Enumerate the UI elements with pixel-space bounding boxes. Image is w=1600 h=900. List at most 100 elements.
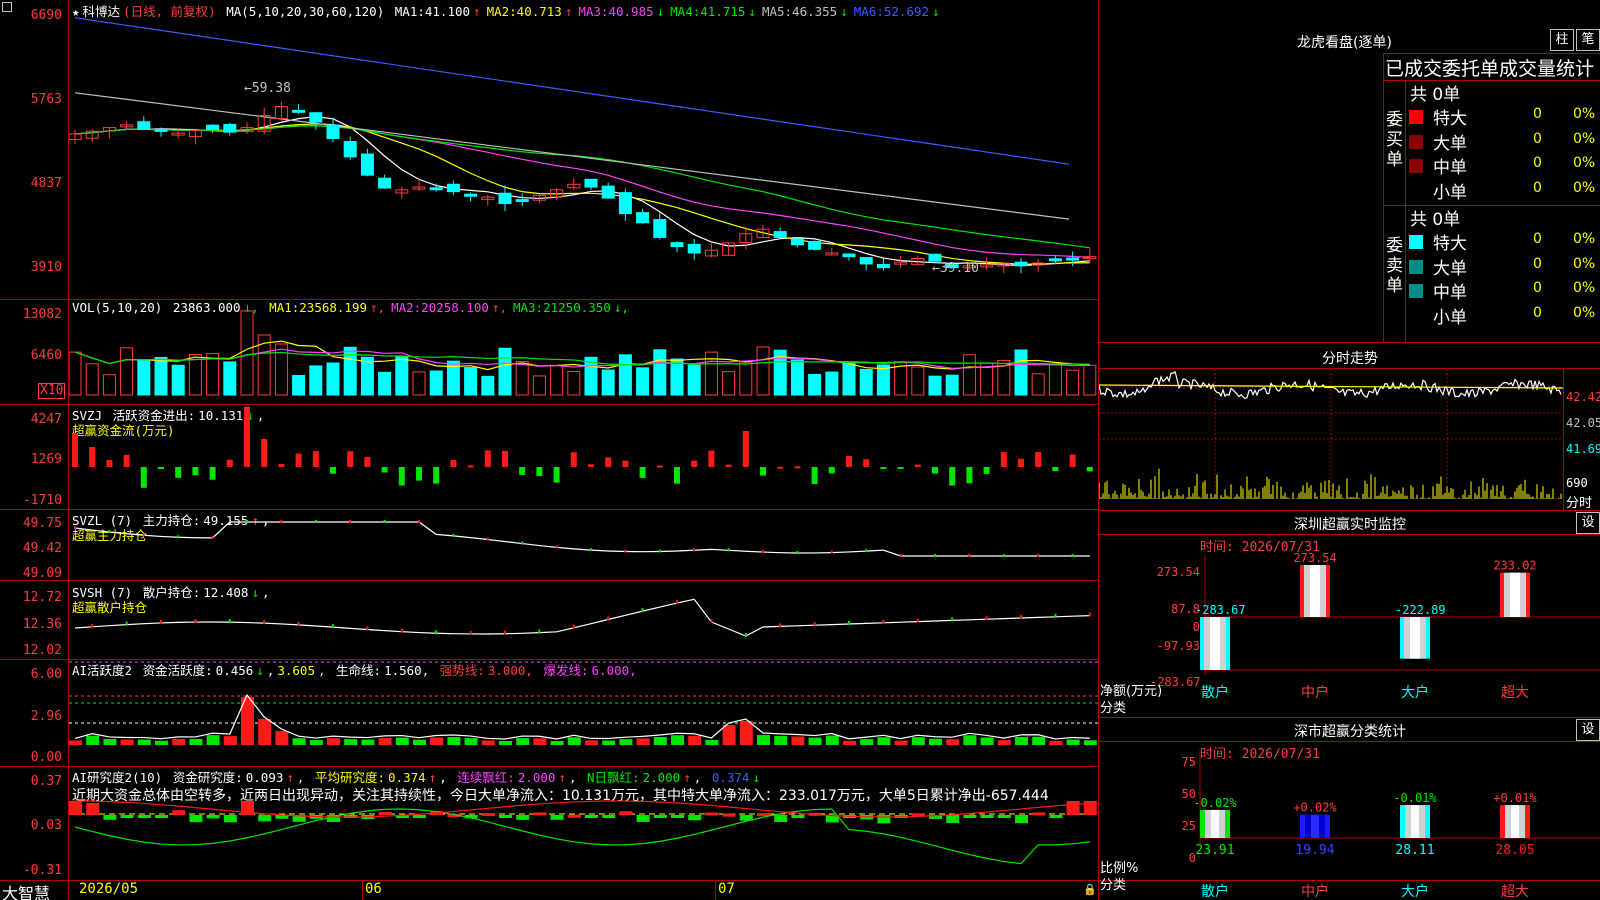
xaxis-label-2: 07 xyxy=(718,881,735,897)
color-swatch xyxy=(1409,308,1423,323)
volume-bar xyxy=(429,370,443,396)
svzl-label-1: 49.42 xyxy=(22,541,62,556)
order-count: 0 xyxy=(1533,231,1542,247)
order-count: 0 xyxy=(1533,304,1542,321)
volume-bar xyxy=(1031,373,1045,396)
svsh-tick xyxy=(882,619,885,624)
activity-bar xyxy=(103,738,117,745)
monitor-bar xyxy=(1300,565,1330,617)
volume-bar xyxy=(945,374,959,396)
candle-body xyxy=(378,177,392,189)
svzj-label-1: 1269 xyxy=(30,452,62,467)
flow-bar xyxy=(897,467,904,469)
flow-bar xyxy=(983,467,990,474)
research-bar xyxy=(1015,815,1028,824)
candle-body xyxy=(137,121,151,130)
color-swatch xyxy=(1409,259,1423,274)
flow-bar xyxy=(398,467,405,486)
intraday-price-1: 42.05 xyxy=(1566,416,1600,430)
research-bar xyxy=(1066,801,1080,815)
svsh-tick xyxy=(160,619,162,624)
candle-body xyxy=(498,192,512,205)
volume-bar xyxy=(876,364,890,396)
volume-bar xyxy=(618,354,632,396)
candle-body xyxy=(808,241,822,250)
svsh-tick xyxy=(194,619,197,624)
volume-bar xyxy=(378,371,392,396)
candle-body xyxy=(309,112,323,123)
candle-body xyxy=(584,178,598,188)
candle-body xyxy=(206,124,220,130)
research-bar xyxy=(258,815,272,822)
bar-mode-button[interactable]: 柱 xyxy=(1550,29,1574,51)
monitor-settings-button[interactable]: 设 xyxy=(1576,512,1600,534)
research-bar xyxy=(172,810,186,815)
xaxis-tick-2 xyxy=(715,880,716,900)
order-pct: 0% xyxy=(1573,106,1596,122)
volume-bar xyxy=(567,370,581,396)
volume-bar xyxy=(326,362,340,396)
volume-bar xyxy=(171,364,185,396)
activity-bar xyxy=(120,739,134,745)
flow-bar xyxy=(140,467,147,488)
candle-body xyxy=(1048,258,1062,262)
monitor-value-label: -222.89 xyxy=(1395,603,1446,617)
activity-bar xyxy=(481,740,495,745)
flow-bar xyxy=(347,451,354,467)
svsh-tick xyxy=(779,623,782,628)
volume-bar xyxy=(653,349,667,396)
volume-bar xyxy=(1014,349,1028,396)
candlestick-chart[interactable] xyxy=(69,0,1098,298)
svsh-label-2: 12.02 xyxy=(22,643,62,658)
flow-bar xyxy=(742,431,749,467)
monitor-bar-shine xyxy=(1310,565,1320,617)
svzl-tick xyxy=(1002,554,1005,557)
flow-bar xyxy=(416,467,422,481)
activity-bar xyxy=(258,719,272,745)
research-bar xyxy=(653,815,667,818)
research-bar xyxy=(206,815,220,819)
classify-bar xyxy=(1300,814,1330,838)
monitor-category-label: 中户 xyxy=(1301,684,1329,701)
classify-settings-button[interactable]: 设 xyxy=(1576,719,1600,741)
research-red-line xyxy=(74,800,1090,818)
svzl-tick xyxy=(452,533,455,537)
activity-bar xyxy=(808,737,822,745)
lock-icon[interactable]: 🔒 xyxy=(1083,883,1097,896)
svsh-tick xyxy=(1020,615,1022,619)
activity-bar xyxy=(292,738,306,745)
research-bar xyxy=(69,801,82,815)
activity-bar xyxy=(86,735,100,745)
activity-bar xyxy=(413,739,426,745)
price-label-1: 5763 xyxy=(30,92,62,107)
order-count: 0 xyxy=(1533,106,1542,122)
volume-bar xyxy=(223,361,237,396)
svzl-tick xyxy=(899,554,902,557)
research-bar xyxy=(533,812,547,816)
activity-bar xyxy=(275,731,289,745)
tick-mode-button[interactable]: 笔 xyxy=(1576,29,1600,51)
activity-bar xyxy=(447,737,461,745)
activity-bar xyxy=(860,739,874,745)
research-bar xyxy=(877,815,891,824)
activity-bar xyxy=(602,740,616,745)
order-count: 0 xyxy=(1533,280,1542,296)
volume-bar xyxy=(309,365,323,396)
svzl-tick xyxy=(349,520,352,523)
research-bar xyxy=(499,815,512,818)
candle-body xyxy=(601,185,615,199)
vol-unit: X10 xyxy=(38,383,66,399)
order-pct: 0% xyxy=(1573,304,1596,321)
volume-bar xyxy=(687,364,701,396)
svzl-tick xyxy=(796,550,799,554)
flow-bar xyxy=(588,464,594,467)
activity-bar xyxy=(206,735,220,745)
ai1-label-2: 0.00 xyxy=(30,750,62,765)
activity-bar xyxy=(671,735,684,745)
research-bar xyxy=(413,815,426,818)
activity-bar xyxy=(327,738,340,745)
svsh-tick xyxy=(676,600,678,605)
intraday-chart[interactable] xyxy=(1099,369,1563,510)
ai1-label-1: 2.96 xyxy=(30,709,62,724)
candle-body xyxy=(876,263,890,269)
